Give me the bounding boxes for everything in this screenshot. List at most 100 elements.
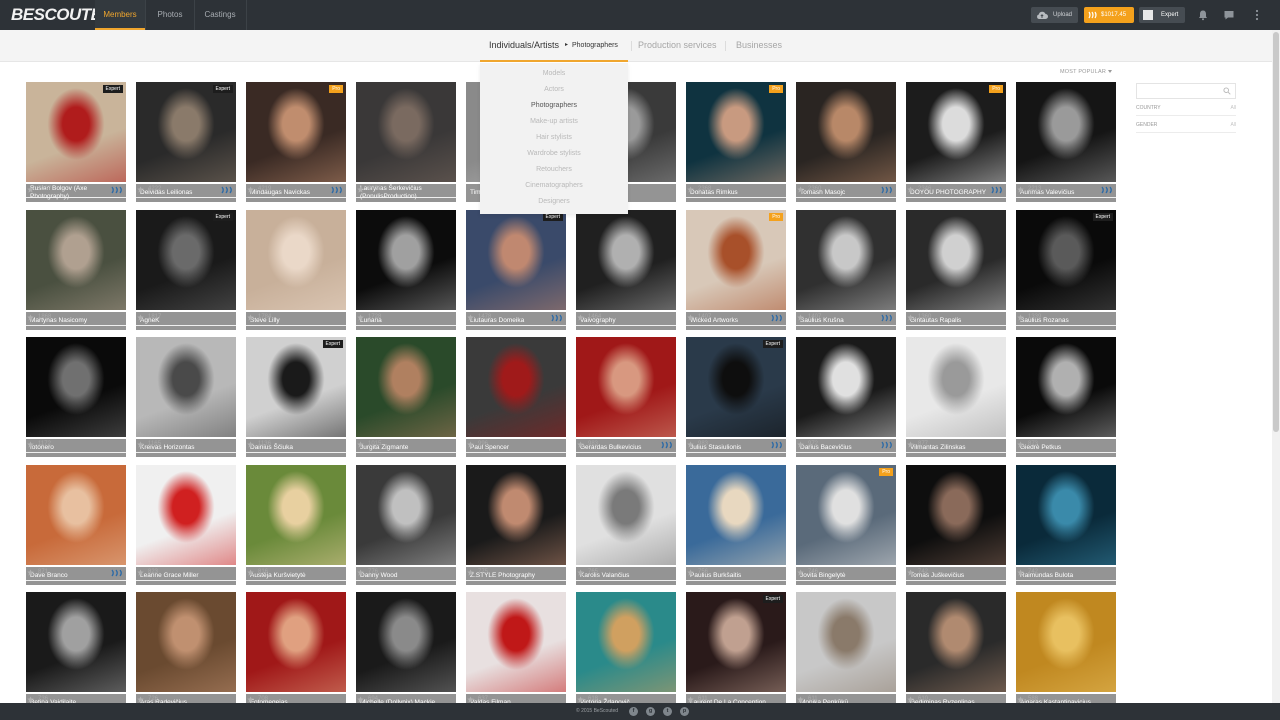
star-icon[interactable]: [577, 314, 584, 321]
member-card[interactable]: Gediminas Ryzenlinas610: [906, 592, 1006, 712]
member-photo[interactable]: [246, 592, 346, 692]
steem-icon[interactable]: [771, 441, 784, 449]
member-card[interactable]: Laurynas Šerkevičius (PonulisProduction)…: [356, 82, 456, 202]
star-icon[interactable]: [247, 314, 254, 321]
upload-button[interactable]: Upload: [1031, 7, 1078, 23]
member-card[interactable]: Vaivography 1464: [576, 210, 676, 330]
dropdown-item-photographers[interactable]: Photographers: [480, 102, 628, 109]
member-photo[interactable]: [26, 337, 126, 437]
dropdown-item-wardrobe-stylists[interactable]: Wardrobe stylists: [480, 150, 628, 157]
star-icon[interactable]: [137, 696, 144, 703]
member-photo[interactable]: [246, 82, 346, 182]
member-card[interactable]: Raimundas Bulota 742: [1016, 465, 1116, 585]
member-photo[interactable]: [136, 82, 236, 182]
star-icon[interactable]: [467, 569, 474, 576]
member-card[interactable]: Paul Spencer 996: [466, 337, 566, 457]
star-icon[interactable]: [687, 314, 694, 321]
star-icon[interactable]: [137, 314, 144, 321]
member-card[interactable]: Gerardas Bulkevicius 983: [576, 337, 676, 457]
member-card[interactable]: Dave Branco 871: [26, 465, 126, 585]
member-card[interactable]: Pro Jovita Bingelytė 746: [796, 465, 896, 585]
tab-castings[interactable]: Castings: [194, 0, 246, 30]
member-photo[interactable]: [1016, 337, 1116, 437]
star-icon[interactable]: [27, 696, 34, 703]
star-icon[interactable]: [797, 569, 804, 576]
member-card[interactable]: Expert Julius Stasiulionis 983: [686, 337, 786, 457]
member-photo[interactable]: [576, 592, 676, 692]
star-icon[interactable]: [27, 314, 34, 321]
member-photo[interactable]: [1016, 210, 1116, 310]
member-photo[interactable]: [906, 337, 1006, 437]
category-production-services[interactable]: Production services: [638, 30, 717, 62]
facebook-icon[interactable]: f: [629, 707, 638, 716]
member-card[interactable]: Pro Wicked Artworks 1407: [686, 210, 786, 330]
member-card[interactable]: Monika Penkūkū611: [796, 592, 896, 712]
dropdown-item-make-up-artists[interactable]: Make-up artists: [480, 118, 628, 125]
star-icon[interactable]: [797, 696, 804, 703]
member-photo[interactable]: [906, 465, 1006, 565]
member-card[interactable]: Martynas Nasicomy 1868: [26, 210, 126, 330]
star-icon[interactable]: [1017, 441, 1024, 448]
dropdown-item-retouchers[interactable]: Retouchers: [480, 166, 628, 173]
member-card[interactable]: Michelle (Dollypix) Mackie694: [356, 592, 456, 712]
star-icon[interactable]: [27, 441, 34, 448]
member-photo[interactable]: [246, 465, 346, 565]
star-icon[interactable]: [687, 186, 694, 193]
member-card[interactable]: Betina Vaidilaite736: [26, 592, 126, 712]
dropdown-item-hair-stylists[interactable]: Hair stylists: [480, 134, 628, 141]
member-card[interactable]: Jurgita Zigmante 1015: [356, 337, 456, 457]
tab-members[interactable]: Members: [95, 0, 145, 30]
steem-icon[interactable]: [881, 441, 894, 449]
star-icon[interactable]: [907, 441, 914, 448]
star-icon[interactable]: [247, 696, 254, 703]
member-card[interactable]: Tomas Juškevičius 742: [906, 465, 1006, 585]
star-icon[interactable]: [137, 569, 144, 576]
member-photo[interactable]: [1016, 82, 1116, 182]
member-card[interactable]: Fotomegejas708: [246, 592, 346, 712]
star-icon[interactable]: [797, 186, 804, 193]
steem-icon[interactable]: [221, 186, 234, 194]
star-icon[interactable]: [467, 696, 474, 703]
scrollbar[interactable]: [1272, 30, 1280, 703]
member-card[interactable]: Vilmantas Zilinskas 877: [906, 337, 1006, 457]
member-photo[interactable]: [906, 592, 1006, 692]
member-card[interactable]: fotonero 1172: [26, 337, 126, 457]
member-photo[interactable]: [796, 465, 896, 565]
member-card[interactable]: Expert Saulius Rozanas 1339: [1016, 210, 1116, 330]
star-icon[interactable]: [907, 314, 914, 321]
scrollbar-thumb[interactable]: [1273, 32, 1279, 432]
star-icon[interactable]: [357, 696, 364, 703]
dropdown-item-models[interactable]: Models: [480, 70, 628, 77]
member-photo[interactable]: [686, 465, 786, 565]
member-card[interactable]: Pro Mindaugas Navickas 4219: [246, 82, 346, 202]
star-icon[interactable]: [577, 696, 584, 703]
star-icon[interactable]: [907, 696, 914, 703]
member-photo[interactable]: [796, 210, 896, 310]
member-photo[interactable]: [26, 465, 126, 565]
member-card[interactable]: Tomash Masojc 2360: [796, 82, 896, 202]
member-photo[interactable]: [356, 592, 456, 692]
steem-icon[interactable]: [881, 314, 894, 322]
user-menu-button[interactable]: Expert: [1139, 7, 1185, 23]
star-icon[interactable]: [27, 186, 34, 193]
star-icon[interactable]: [1017, 696, 1024, 703]
member-card[interactable]: Lunaria 1728: [356, 210, 456, 330]
member-card[interactable]: Leanne Grace Miller 823: [136, 465, 236, 585]
star-icon[interactable]: [797, 314, 804, 321]
member-card[interactable]: Z.STYLE Photography 775: [466, 465, 566, 585]
member-card[interactable]: ExpertRuslan Bolgov (Axe Photography)713…: [26, 82, 126, 202]
twitter-icon[interactable]: t: [663, 707, 672, 716]
member-photo[interactable]: [136, 592, 236, 692]
filter-country[interactable]: COUNTRY All: [1136, 101, 1236, 116]
star-icon[interactable]: [687, 696, 694, 703]
filter-gender[interactable]: GENDER All: [1136, 118, 1236, 133]
steem-icon[interactable]: [111, 186, 124, 194]
star-icon[interactable]: [357, 569, 364, 576]
member-photo[interactable]: [1016, 465, 1116, 565]
google-plus-icon[interactable]: g: [646, 707, 655, 716]
star-icon[interactable]: [687, 441, 694, 448]
star-icon[interactable]: [907, 569, 914, 576]
member-photo[interactable]: [796, 592, 896, 692]
category-businesses[interactable]: Businesses: [736, 30, 782, 62]
star-icon[interactable]: [357, 441, 364, 448]
